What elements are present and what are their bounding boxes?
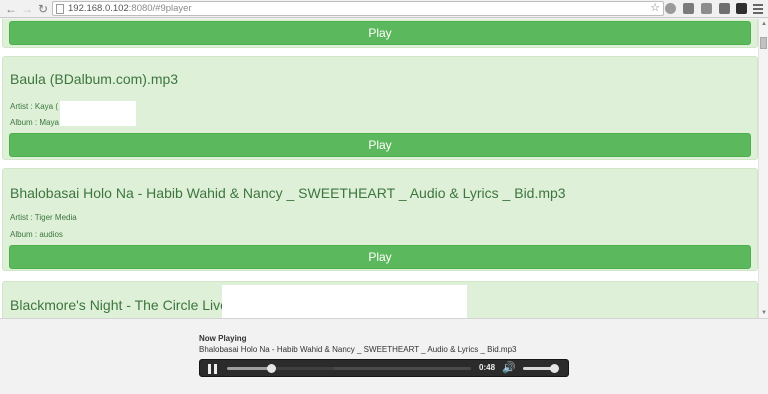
pause-icon[interactable] <box>208 364 218 374</box>
song-album: Album : Maya <box>10 118 59 127</box>
play-button[interactable]: Play <box>9 133 751 157</box>
now-playing-heading: Now Playing <box>199 334 247 343</box>
redaction-box <box>60 101 136 126</box>
now-playing-bar: Now Playing Bhalobasai Holo Na - Habib W… <box>0 318 768 394</box>
url-text[interactable]: 192.168.0.102:8080/#9player <box>68 3 192 15</box>
back-arrow-icon[interactable]: ← <box>4 2 18 16</box>
seek-bar[interactable] <box>227 364 471 373</box>
seek-handle[interactable] <box>266 364 276 373</box>
song-card: Play <box>2 19 758 48</box>
extension-icon[interactable] <box>719 3 730 14</box>
song-artist: Artist : Tiger Media <box>10 213 77 222</box>
now-playing-track: Bhalobasai Holo Na - Habib Wahid & Nancy… <box>199 345 517 354</box>
url-path: :8080/#9player <box>128 3 192 14</box>
song-title: Baula (BDalbum.com).mp3 <box>10 71 179 87</box>
star-icon[interactable]: ☆ <box>650 2 660 15</box>
volume-slider[interactable] <box>523 364 559 373</box>
extension-icon[interactable] <box>736 3 747 14</box>
song-card: Bhalobasai Holo Na - Habib Wahid & Nancy… <box>2 168 758 271</box>
extension-icon[interactable] <box>665 3 676 14</box>
song-title: Bhalobasai Holo Na - Habib Wahid & Nancy… <box>10 185 566 201</box>
page-icon <box>56 4 64 14</box>
song-list[interactable]: Play Baula (BDalbum.com).mp3 Artist : Ka… <box>0 19 758 318</box>
played-range <box>227 367 271 370</box>
song-album: Album : audios <box>10 230 63 239</box>
hamburger-menu-icon[interactable] <box>753 2 763 14</box>
song-card: Baula (BDalbum.com).mp3 Artist : Kaya ( … <box>2 56 758 160</box>
scroll-thumb[interactable] <box>760 37 767 49</box>
audio-controls: 0:48 🔊 <box>199 359 569 377</box>
scroll-down-icon[interactable]: ▼ <box>759 308 768 318</box>
address-bar[interactable]: 192.168.0.102:8080/#9player ☆ <box>52 1 664 16</box>
volume-handle[interactable] <box>549 364 559 373</box>
extension-icon[interactable] <box>683 3 694 14</box>
speaker-icon[interactable]: 🔊 <box>502 362 516 375</box>
forward-arrow-icon[interactable]: → <box>20 2 34 16</box>
scroll-up-icon[interactable]: ▲ <box>759 19 768 29</box>
browser-toolbar: ← → ↻ 192.168.0.102:8080/#9player ☆ <box>0 0 768 18</box>
elapsed-time: 0:48 <box>479 363 496 372</box>
reload-icon[interactable]: ↻ <box>36 2 50 16</box>
play-button[interactable]: Play <box>9 245 751 269</box>
song-title: Blackmore's Night - The Circle Live <box>10 297 228 313</box>
extension-icon[interactable] <box>701 3 712 14</box>
redaction-box <box>222 285 467 318</box>
play-button[interactable]: Play <box>9 21 751 45</box>
vertical-scrollbar[interactable]: ▲ ▼ <box>758 19 768 318</box>
url-host: 192.168.0.102 <box>68 3 129 14</box>
song-artist: Artist : Kaya ( <box>10 102 59 111</box>
